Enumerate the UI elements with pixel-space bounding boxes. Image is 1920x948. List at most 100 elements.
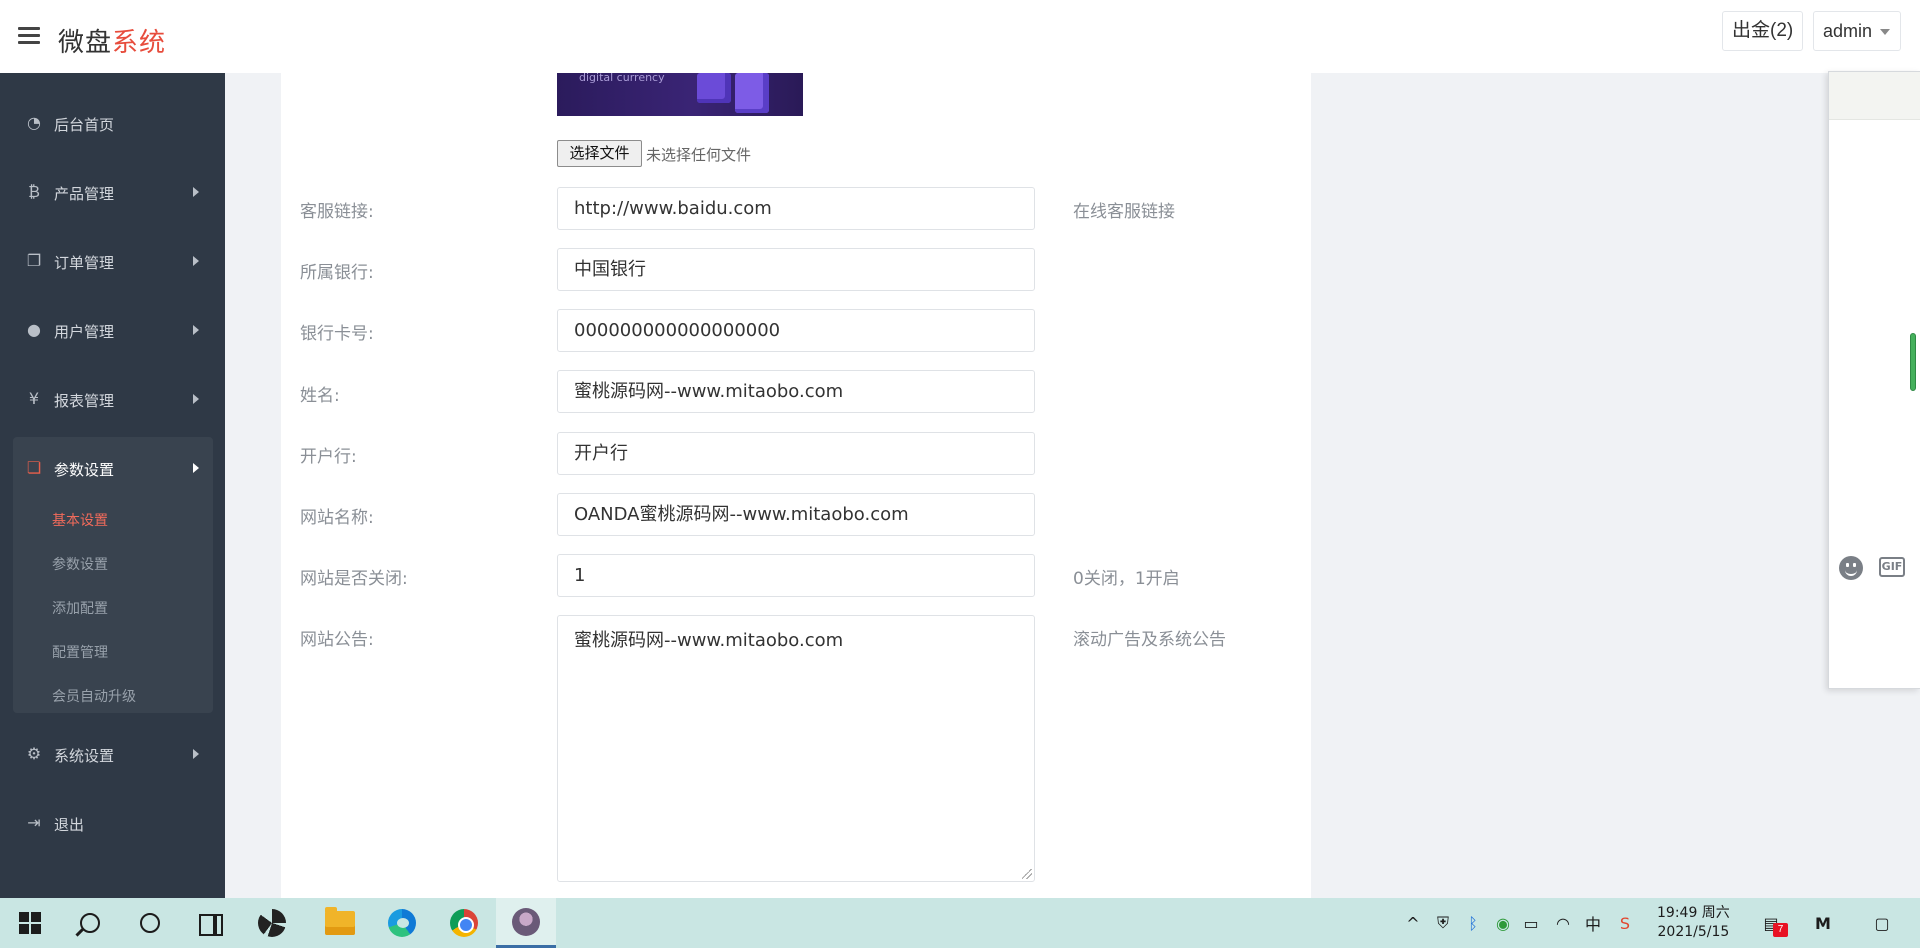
taskbar-app-file-explorer[interactable] [310,898,370,948]
taskbar-clock[interactable]: 19:49 周六 2021/5/15 [1657,904,1730,942]
chat-scrollbar[interactable] [1910,333,1916,391]
sidebar-item-logout[interactable]: ⇥ 退出 [0,803,225,843]
top-header: 微盘系统 出金(2) admin [0,0,1920,73]
taskbar-app-chrome[interactable] [434,898,494,948]
taskbar-app-edge[interactable] [372,898,432,948]
tray-security[interactable]: ⛨ [1430,898,1456,948]
caret-right-icon [193,256,199,266]
user-menu-label: admin [1823,21,1873,41]
file-status-text: 未选择任何文件 [646,146,752,164]
site-name-input[interactable]: OANDA蜜桃源码网--www.mitaobo.com [557,493,1035,536]
tray-expand-button[interactable]: ^ [1400,898,1426,948]
sign-out-icon: ⇥ [27,813,41,832]
caret-right-icon [193,749,199,759]
files-icon: ❏ [26,458,42,477]
sidebar-item-label: 用户管理 [54,323,115,341]
pinwheel-app-icon [258,909,286,937]
emoji-icon[interactable] [1839,556,1863,580]
sidebar-item-label: 报表管理 [54,392,115,410]
site-closed-input[interactable]: 1 [557,554,1035,597]
submenu-item-member-upgrade[interactable]: 会员自动升级 [52,686,136,706]
banner-cube-graphic [697,73,731,103]
app-logo[interactable]: 微盘系统 [58,22,166,59]
name-input[interactable]: 蜜桃源码网--www.mitaobo.com [557,370,1035,413]
sidebar-item-products[interactable]: ₿ 产品管理 [0,172,225,212]
submenu-item-param-settings[interactable]: 参数设置 [52,554,108,574]
edge-icon [388,909,416,937]
chrome-icon [450,909,478,937]
chevron-up-icon: ^ [1406,913,1420,933]
sidebar-item-label: 订单管理 [54,254,115,272]
withdraw-button[interactable]: 出金(2) [1722,11,1804,51]
sidebar-item-dashboard[interactable]: ◔ 后台首页 [0,103,225,143]
tray-ime[interactable]: 中 [1580,898,1606,948]
search-icon [80,913,100,933]
logo-preview-image: digital currency [557,73,803,116]
banner-caption: digital currency [579,73,665,84]
gif-icon[interactable]: GIF [1879,557,1905,577]
yen-icon: ¥ [28,389,40,408]
caret-right-icon [193,325,199,335]
tray-battery[interactable]: ▭ [1518,898,1544,948]
file-explorer-icon [325,907,355,935]
sidebar-item-label: 退出 [54,816,85,834]
label-bank-branch: 开户行: [300,447,357,467]
sidebar-item-params[interactable]: ❏ 参数设置 [0,448,225,488]
green-app-icon: ◉ [1496,913,1510,933]
cortana-button[interactable] [120,898,180,948]
tray-bluetooth[interactable]: ᛒ [1460,898,1486,948]
sidebar: ◔ 后台首页 ₿ 产品管理 ❐ 订单管理 ● 用户管理 ¥ 报表管理 ❏ 参数设… [0,73,225,898]
task-view-button[interactable] [180,898,240,948]
submenu-item-config-manage[interactable]: 配置管理 [52,642,108,662]
taskbar-app-pinwheel[interactable] [242,898,302,948]
wifi-icon: ◠ [1556,913,1570,933]
tray-sogou[interactable]: S [1612,898,1638,948]
choose-file-button[interactable]: 选择文件 [557,140,642,167]
taskbar-search-button[interactable] [60,898,120,948]
tray-wifi[interactable]: ◠ [1550,898,1576,948]
windows-taskbar: ^ ⛨ ᛒ ◉ ▭ ◠ 中 S ▤ M ▢ [0,898,1920,948]
hamburger-menu-icon[interactable] [18,27,40,45]
tray-app-m[interactable]: M [1806,898,1840,948]
bank-input[interactable]: 中国银行 [557,248,1035,291]
action-center-icon: ▢ [1874,913,1890,933]
site-notice-textarea[interactable]: 蜜桃源码网--www.mitaobo.com [557,615,1035,882]
label-site-name: 网站名称: [300,508,374,528]
service-link-input[interactable]: http://www.baidu.com [557,187,1035,230]
chat-panel: GIF [1828,71,1920,689]
resize-handle-icon[interactable] [1022,869,1032,879]
logo-accent-text: 系统 [112,28,167,58]
submenu-item-basic-settings[interactable]: 基本设置 [52,510,108,530]
card-number-input[interactable]: 000000000000000000 [557,309,1035,352]
label-card-number: 银行卡号: [300,324,374,344]
ime-indicator: 中 [1584,915,1601,934]
battery-icon: ▭ [1523,913,1539,933]
task-view-icon [199,914,223,936]
action-center-button[interactable]: ▢ [1862,898,1902,948]
dashboard-icon: ◔ [27,113,41,132]
m-app-icon: M [1815,913,1831,933]
taskbar-app-avatar[interactable] [496,898,556,948]
sidebar-item-reports[interactable]: ¥ 报表管理 [0,379,225,419]
caret-right-icon [193,463,199,473]
sogou-icon: S [1619,913,1631,933]
bank-branch-input[interactable]: 开户行 [557,432,1035,475]
sidebar-item-orders[interactable]: ❐ 订单管理 [0,241,225,281]
sidebar-item-users[interactable]: ● 用户管理 [0,310,225,350]
copy-icon: ❐ [26,251,42,270]
label-service-link: 客服链接: [300,202,374,222]
banner-cube-graphic [735,73,769,113]
user-menu-dropdown[interactable]: admin [1813,11,1901,51]
avatar-app-icon [512,907,540,936]
logo-main-text: 微盘 [58,28,113,58]
start-button[interactable] [0,898,60,948]
sidebar-item-label: 参数设置 [54,461,115,479]
submenu-item-add-config[interactable]: 添加配置 [52,598,108,618]
help-site-notice: 滚动广告及系统公告 [1073,630,1226,650]
tray-app-green[interactable]: ◉ [1490,898,1516,948]
label-site-closed: 网站是否关闭: [300,569,408,589]
sidebar-item-system[interactable]: ⚙ 系统设置 [0,734,225,774]
site-notice-text: 蜜桃源码网--www.mitaobo.com [574,630,844,651]
label-site-notice: 网站公告: [300,630,374,650]
windows-logo-icon [19,912,41,934]
